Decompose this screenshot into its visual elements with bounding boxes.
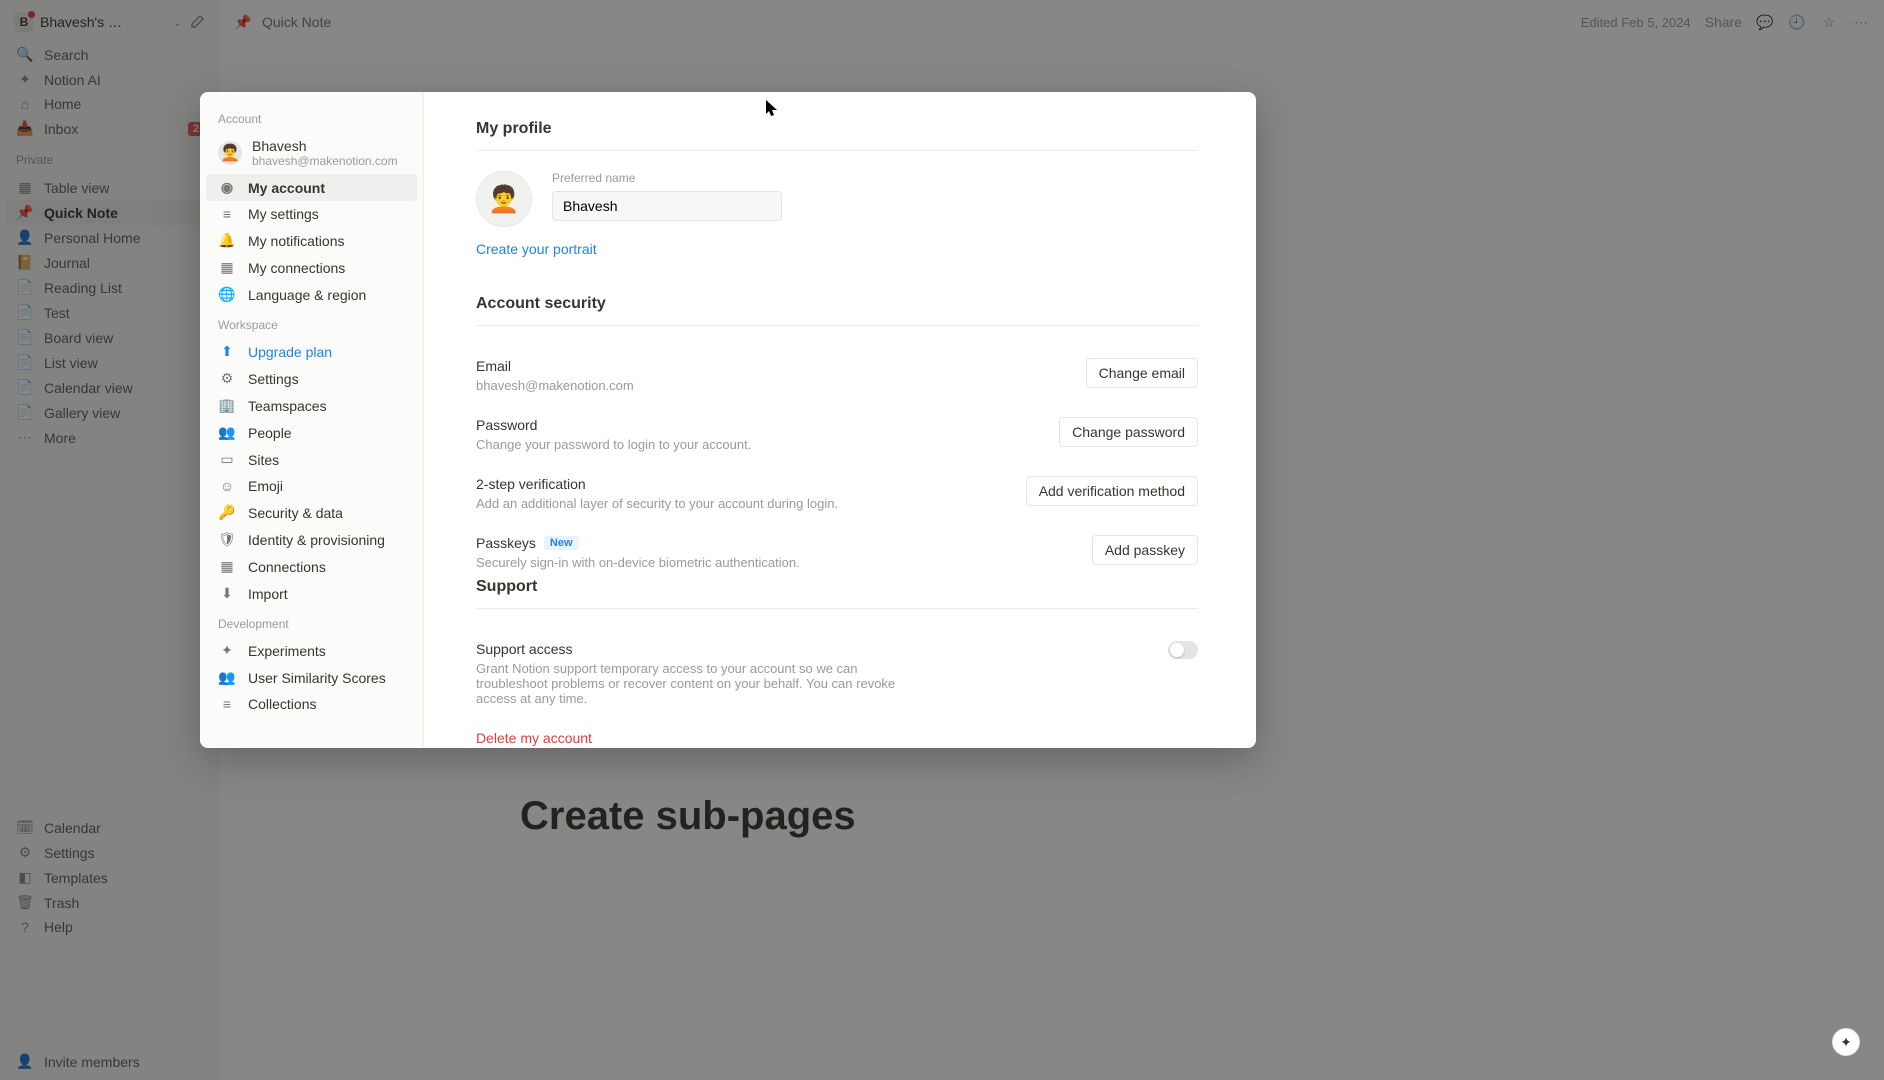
divider <box>476 608 1198 609</box>
delete-account-label[interactable]: Delete my account <box>476 730 897 746</box>
key-icon: 🔑 <box>218 504 236 521</box>
people-icon: 👥 <box>218 424 236 441</box>
support-heading: Support <box>476 578 1198 596</box>
account-block: 🧑‍🦱 Bhavesh bhavesh@makenotion.com <box>206 132 417 174</box>
settings-item-label: Teamspaces <box>248 398 327 414</box>
add-verification-button[interactable]: Add verification method <box>1026 476 1198 506</box>
password-label: Password <box>476 417 751 433</box>
section-label-development: Development <box>206 607 417 637</box>
settings-item-label: My account <box>248 180 325 196</box>
nav-import[interactable]: ⬇ Import <box>206 580 417 607</box>
settings-item-label: My notifications <box>248 233 344 249</box>
nav-user-similarity[interactable]: 👥 User Similarity Scores <box>206 664 417 691</box>
stack-icon: ≡ <box>218 696 236 712</box>
settings-item-label: Language & region <box>248 287 366 303</box>
change-password-button[interactable]: Change password <box>1059 417 1198 447</box>
globe-icon: 🌐 <box>218 286 236 303</box>
nav-language-region[interactable]: 🌐 Language & region <box>206 281 417 308</box>
settings-sidebar: Account 🧑‍🦱 Bhavesh bhavesh@makenotion.c… <box>200 92 424 748</box>
support-access-label: Support access <box>476 641 916 657</box>
account-email: bhavesh@makenotion.com <box>252 154 398 168</box>
gear-icon: ⚙ <box>218 370 236 387</box>
settings-item-label: Import <box>248 586 288 602</box>
nav-experiments[interactable]: ✦ Experiments <box>206 637 417 664</box>
nav-sites[interactable]: ▭ Sites <box>206 446 417 473</box>
people-icon: 👥 <box>218 669 236 686</box>
support-access-sub: Grant Notion support temporary access to… <box>476 661 916 706</box>
preferred-name-label: Preferred name <box>552 171 782 185</box>
settings-item-label: My connections <box>248 260 345 276</box>
divider <box>476 325 1198 326</box>
profile-avatar[interactable]: 🧑‍🦱 <box>476 171 532 227</box>
account-security-heading: Account security <box>476 295 1198 313</box>
nav-my-settings[interactable]: ≡ My settings <box>206 201 417 227</box>
nav-my-notifications[interactable]: 🔔 My notifications <box>206 227 417 254</box>
add-passkey-button[interactable]: Add passkey <box>1092 535 1198 565</box>
emoji-icon: ☺ <box>218 478 236 494</box>
nav-my-connections[interactable]: ▦ My connections <box>206 254 417 281</box>
sparkle-icon: ✦ <box>218 642 236 659</box>
password-sub: Change your password to login to your ac… <box>476 437 751 452</box>
shield-icon: 🛡 <box>218 531 236 548</box>
settings-content: My profile 🧑‍🦱 Preferred name Create you… <box>424 92 1256 748</box>
avatar: 🧑‍🦱 <box>218 141 242 165</box>
divider <box>476 150 1198 151</box>
download-icon: ⬇ <box>218 585 236 602</box>
apps-icon: ▦ <box>218 558 236 575</box>
create-portrait-link[interactable]: Create your portrait <box>476 241 597 257</box>
upgrade-icon: ⬆ <box>218 343 236 360</box>
settings-modal: Account 🧑‍🦱 Bhavesh bhavesh@makenotion.c… <box>200 92 1256 748</box>
settings-item-label: Upgrade plan <box>248 344 332 360</box>
nav-upgrade-plan[interactable]: ⬆ Upgrade plan <box>206 338 417 365</box>
email-label: Email <box>476 358 634 374</box>
preferred-name-input[interactable] <box>552 191 782 221</box>
bell-icon: 🔔 <box>218 232 236 249</box>
passkeys-sub: Securely sign-in with on-device biometri… <box>476 555 800 570</box>
nav-collections[interactable]: ≡ Collections <box>206 691 417 717</box>
settings-item-label: Identity & provisioning <box>248 532 385 548</box>
nav-teamspaces[interactable]: 🏢 Teamspaces <box>206 392 417 419</box>
support-access-toggle[interactable] <box>1168 641 1198 659</box>
settings-item-label: Collections <box>248 696 316 712</box>
settings-item-label: My settings <box>248 206 319 222</box>
nav-identity-provisioning[interactable]: 🛡 Identity & provisioning <box>206 526 417 553</box>
change-email-button[interactable]: Change email <box>1086 358 1198 388</box>
section-label-account: Account <box>206 102 417 132</box>
settings-item-label: Security & data <box>248 505 343 521</box>
nav-people[interactable]: 👥 People <box>206 419 417 446</box>
nav-settings[interactable]: ⚙ Settings <box>206 365 417 392</box>
settings-item-label: Emoji <box>248 478 283 494</box>
settings-item-label: Connections <box>248 559 326 575</box>
email-value: bhavesh@makenotion.com <box>476 378 634 393</box>
settings-item-label: Sites <box>248 452 279 468</box>
browser-icon: ▭ <box>218 451 236 468</box>
nav-security-data[interactable]: 🔑 Security & data <box>206 499 417 526</box>
cursor-pointer-icon <box>765 99 779 120</box>
settings-item-label: Experiments <box>248 643 326 659</box>
settings-item-label: People <box>248 425 292 441</box>
nav-emoji[interactable]: ☺ Emoji <box>206 473 417 499</box>
passkeys-label: Passkeys <box>476 535 536 551</box>
twostep-sub: Add an additional layer of security to y… <box>476 496 838 511</box>
nav-connections[interactable]: ▦ Connections <box>206 553 417 580</box>
account-name: Bhavesh <box>252 138 398 154</box>
building-icon: 🏢 <box>218 397 236 414</box>
new-badge: New <box>544 536 579 550</box>
sliders-icon: ≡ <box>218 206 236 222</box>
ai-fab[interactable]: ✦ <box>1832 1028 1860 1056</box>
person-circle-icon: ◉ <box>218 179 236 196</box>
settings-item-label: Settings <box>248 371 299 387</box>
settings-item-label: User Similarity Scores <box>248 670 386 686</box>
my-profile-heading: My profile <box>476 120 1198 138</box>
twostep-label: 2-step verification <box>476 476 838 492</box>
nav-my-account[interactable]: ◉ My account <box>206 174 417 201</box>
section-label-workspace: Workspace <box>206 308 417 338</box>
grid-icon: ▦ <box>218 259 236 276</box>
